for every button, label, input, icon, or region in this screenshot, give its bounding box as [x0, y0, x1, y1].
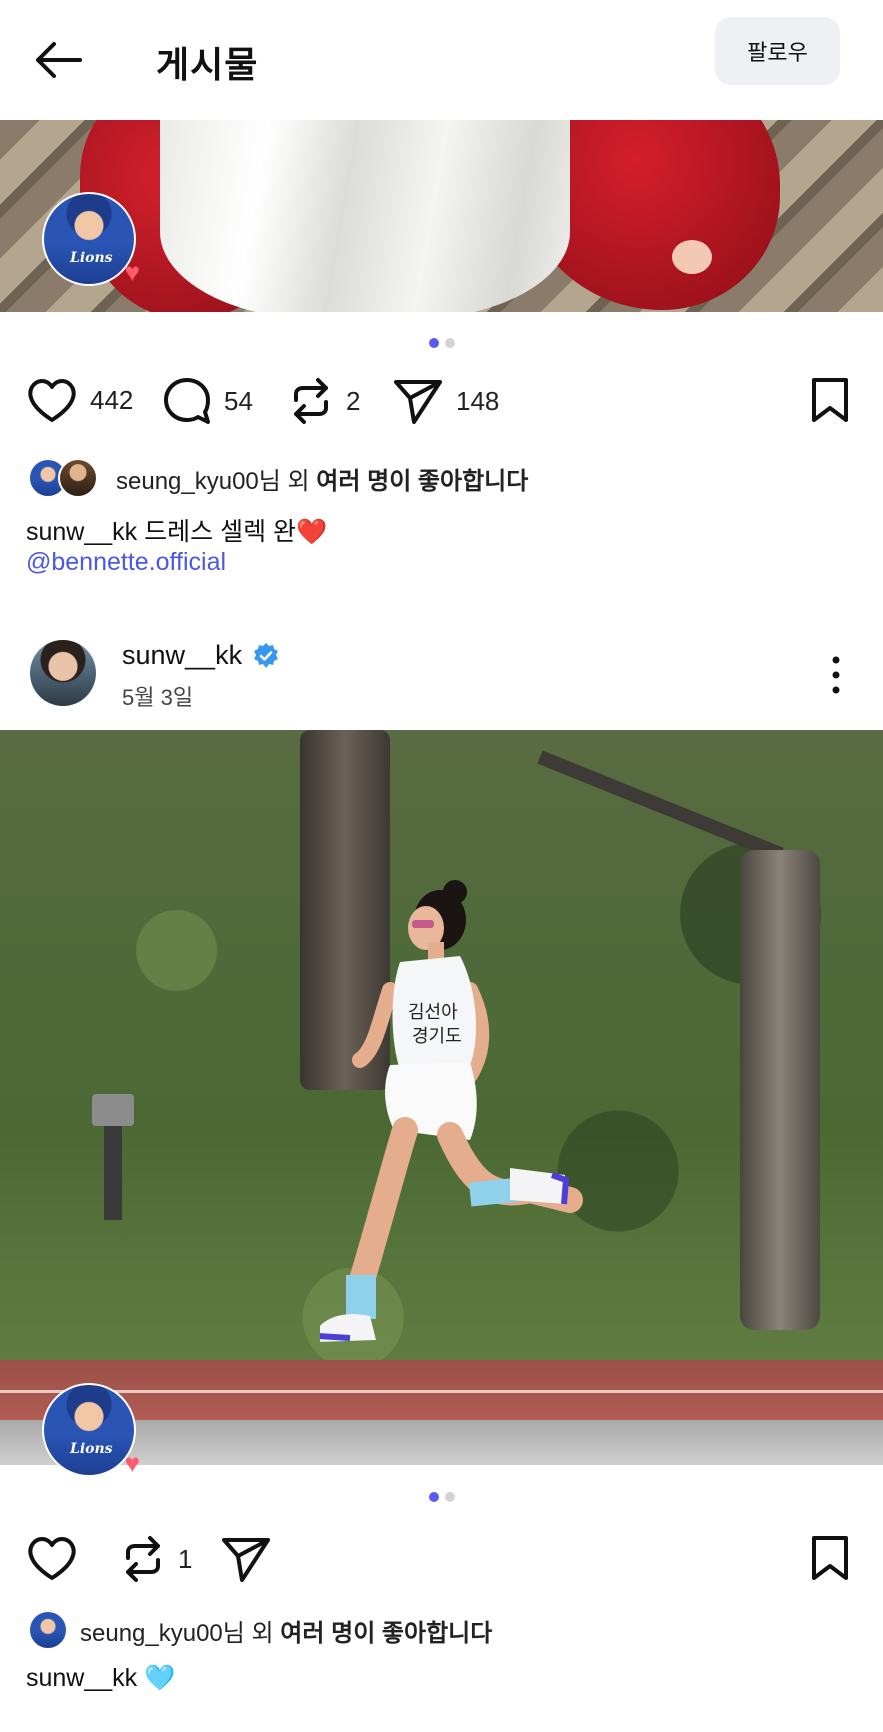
heart-icon	[28, 379, 76, 422]
liked-by-avatar[interactable]: Lions ♥	[42, 1383, 140, 1478]
like-button[interactable]: 442	[26, 376, 133, 424]
share-count: 148	[456, 385, 500, 416]
heart-badge-icon: ♥	[124, 257, 140, 287]
author-row: sunw__kk	[122, 640, 280, 671]
carousel-dot	[444, 1492, 455, 1502]
send-icon	[394, 380, 442, 424]
action-bar: 1	[0, 1530, 883, 1590]
repost-count: 1	[178, 1543, 193, 1574]
follow-button[interactable]: 팔로우	[715, 17, 840, 85]
more-options-button[interactable]	[826, 654, 846, 696]
liked-by-text: seung_kyu00님 외 여러 명이 좋아합니다	[80, 1613, 492, 1648]
top-bar: 게시물 팔로우	[0, 0, 883, 120]
repost-button[interactable]: 1	[120, 1534, 192, 1584]
liked-by-row[interactable]: seung_kyu00님 외 여러 명이 좋아합니다	[28, 458, 528, 498]
white-dress	[160, 120, 570, 312]
heart-badge-icon: ♥	[124, 1448, 140, 1478]
like-button[interactable]	[26, 1534, 78, 1582]
bib-line-2: 경기도	[412, 1026, 462, 1047]
caption-author[interactable]: sunw__kk	[26, 1664, 137, 1692]
post-caption: sunw__kk 드레스 셀렉 완❤️	[26, 512, 327, 548]
carousel-dot	[428, 338, 439, 348]
caption-text: 드레스 셀렉 완	[137, 518, 297, 546]
carousel-indicator	[0, 338, 883, 348]
bookmark-icon	[812, 378, 848, 422]
avatar: Lions	[42, 192, 136, 286]
carousel-dot	[444, 338, 455, 348]
heart-icon	[28, 1537, 76, 1580]
track-lane-line	[0, 1390, 883, 1393]
page-title: 게시물	[156, 44, 259, 85]
carousel-dot	[428, 1492, 439, 1502]
lions-logo: Lions	[70, 250, 113, 266]
post-date: 5월 3일	[122, 685, 194, 710]
author-avatar[interactable]	[30, 640, 96, 706]
liked-by-avatar[interactable]: Lions ♥	[42, 192, 140, 287]
liked-by-row[interactable]: seung_kyu00님 외 여러 명이 좋아합니다	[28, 1610, 492, 1650]
bookmark-button[interactable]	[810, 1534, 850, 1582]
bib-line-1: 김선아	[408, 1002, 458, 1023]
carousel-indicator	[0, 1492, 883, 1502]
liked-by-rest: 여러 명이 좋아합니다	[280, 1619, 493, 1647]
caption-author[interactable]: sunw__kk	[26, 518, 137, 546]
avatar	[58, 458, 98, 498]
back-arrow-icon	[36, 42, 82, 78]
verified-icon	[254, 642, 279, 668]
caption-emoji: 🩵	[144, 1664, 176, 1692]
back-button[interactable]	[30, 38, 86, 82]
more-vertical-icon	[832, 656, 840, 694]
send-icon	[222, 1538, 270, 1582]
repost-count: 2	[346, 385, 361, 416]
post-image-2[interactable]: 김선아 경기도	[0, 730, 883, 1465]
repost-icon	[126, 1536, 160, 1582]
mention-link[interactable]: @bennette.official	[26, 548, 226, 577]
like-count: 442	[90, 384, 134, 415]
comment-button[interactable]: 54	[162, 376, 253, 426]
lions-logo: Lions	[70, 1441, 113, 1457]
hand	[672, 240, 712, 274]
bookmark-button[interactable]	[810, 376, 850, 424]
repost-icon	[294, 378, 328, 424]
author-username[interactable]: sunw__kk	[122, 640, 242, 671]
comment-count: 54	[224, 385, 253, 416]
garden-lamp	[92, 1094, 134, 1220]
liked-by-suffix: 님 외	[258, 467, 317, 495]
liker-username[interactable]: seung_kyu00	[80, 1620, 223, 1647]
tree-trunk	[740, 850, 820, 1330]
liked-by-rest: 여러 명이 좋아합니다	[316, 467, 529, 495]
runner-figure: 김선아 경기도	[320, 880, 583, 1342]
avatar	[28, 1610, 68, 1650]
liker-username[interactable]: seung_kyu00	[116, 468, 259, 495]
action-bar: 442 54 2 148	[0, 372, 883, 432]
post-caption: sunw__kk 🩵	[26, 1664, 175, 1693]
liked-by-text: seung_kyu00님 외 여러 명이 좋아합니다	[116, 461, 528, 496]
bookmark-icon	[812, 1536, 848, 1580]
repost-button[interactable]: 2	[288, 376, 360, 426]
share-button[interactable]: 148	[392, 376, 499, 426]
share-button[interactable]	[220, 1534, 272, 1584]
avatar: Lions	[42, 1383, 136, 1477]
liked-by-suffix: 님 외	[222, 1619, 281, 1647]
caption-emoji: ❤️	[296, 518, 328, 546]
comment-icon	[164, 378, 210, 424]
